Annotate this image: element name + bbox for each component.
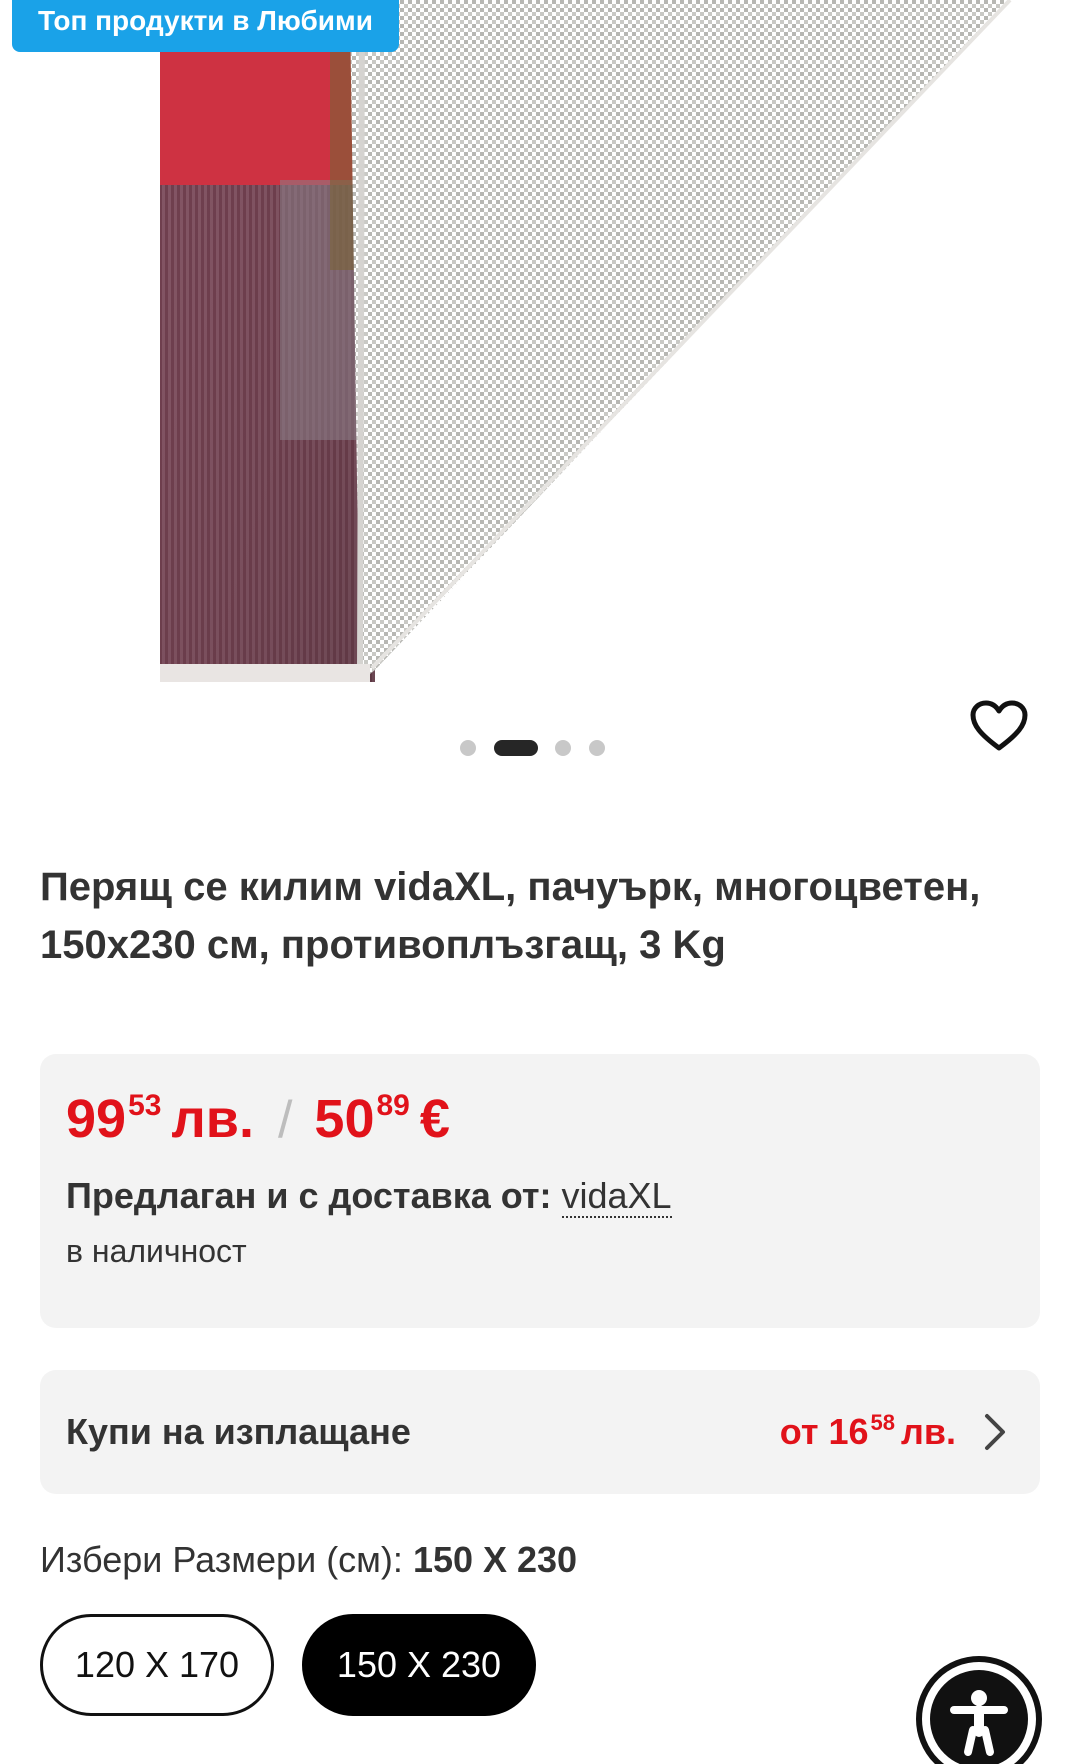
size-option-150x230[interactable]: 150 X 230 <box>302 1614 536 1716</box>
stock-status: в наличност <box>66 1233 247 1269</box>
size-option-120x170[interactable]: 120 X 170 <box>40 1614 274 1716</box>
carousel-dot-active[interactable] <box>494 740 538 756</box>
top-products-badge: Топ продукти в Любими <box>12 0 399 52</box>
carousel-dot[interactable] <box>460 740 476 756</box>
seller-prefix: Предлаган и с доставка от: <box>66 1175 552 1216</box>
accessibility-icon <box>950 1690 1008 1756</box>
carousel-dot[interactable] <box>555 740 571 756</box>
chevron-right-icon <box>985 1414 1005 1450</box>
seller-line: Предлаган и с доставка от: vidaXL <box>66 1172 672 1220</box>
seller-link[interactable]: vidaXL <box>561 1175 672 1218</box>
price-eur-main: 50 <box>314 1089 375 1149</box>
price-bgn-currency: лв. <box>171 1089 254 1149</box>
installment-price-main: от 16 <box>779 1411 869 1452</box>
price-bgn-cents: 53 <box>128 1089 162 1122</box>
carousel-dot[interactable] <box>589 740 605 756</box>
accessibility-button-inner <box>930 1670 1028 1764</box>
product-gallery[interactable]: Топ продукти в Любими <box>0 0 1080 790</box>
product-title: Перящ се килим vidaXL, пачуърк, многоцве… <box>40 865 981 967</box>
rug-image <box>0 0 1080 720</box>
size-selector-label: Избери Размери (см): 150 X 230 <box>40 1536 577 1584</box>
price-separator: / <box>277 1091 293 1149</box>
installment-price-cents: 58 <box>870 1410 895 1435</box>
price-card: 99 53 лв. / 50 89 € Предлаган и с достав… <box>40 1054 1040 1328</box>
accessibility-button[interactable] <box>916 1656 1042 1764</box>
installment-price: от 1658 лв. <box>780 1408 956 1461</box>
price-eur-currency: € <box>419 1089 450 1149</box>
installment-label: Купи на изплащане <box>66 1411 411 1452</box>
price-bgn-main: 99 <box>66 1089 127 1149</box>
size-selected-value: 150 X 230 <box>412 1539 578 1580</box>
price-eur-cents: 89 <box>376 1089 410 1122</box>
size-label-text: Избери Размери (см): <box>40 1539 403 1580</box>
price-row: 99 53 лв. / 50 89 € <box>66 1088 450 1158</box>
installment-button[interactable]: Купи на изплащане от 1658 лв. <box>40 1370 1040 1494</box>
carousel-pagination <box>0 738 1080 758</box>
installment-price-currency: лв. <box>900 1411 956 1452</box>
